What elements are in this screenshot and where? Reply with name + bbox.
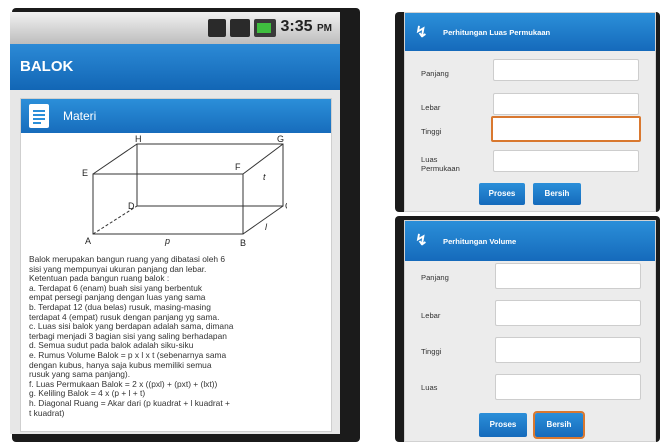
calculate-icon: ↯ [415,232,428,249]
app-bar: BALOK [10,44,340,90]
input-tinggi[interactable] [495,337,641,363]
signal-icon [230,19,250,37]
input-tinggi[interactable] [491,116,641,142]
label-luas: Luas [421,383,438,392]
materi-card-title: Materi [63,109,97,123]
volume-panel-header: ↯ Perhitungan Volume [405,221,655,261]
vertex-E: E [82,168,88,178]
label-luas-line2: Permukaan [421,164,460,173]
luas-panel-header: ↯ Perhitungan Luas Permukaan [405,13,655,51]
vertex-D: D [128,201,135,211]
vertex-B: B [240,238,246,248]
bersih-button[interactable]: Bersih [533,411,585,439]
battery-icon [254,19,276,37]
input-panjang[interactable] [493,59,639,81]
input-panjang[interactable] [495,263,641,289]
volume-panel: ↯ Perhitungan Volume Panjang Lebar Tingg… [404,220,656,442]
label-panjang: Panjang [421,273,449,282]
proses-button[interactable]: Proses [479,183,525,205]
input-luas[interactable] [495,374,641,400]
luas-panel-title: Perhitungan Luas Permukaan [443,28,551,37]
status-bar: 3:35 PM [10,12,340,44]
input-lebar[interactable] [493,93,639,115]
3g-icon [208,19,226,37]
description-line: t kuadrat) [29,407,65,418]
label-lebar: Lebar [421,103,441,112]
edge-label-p: p [164,236,170,246]
materi-card: Materi A B C D E F G H p l t Balok merup… [20,98,332,432]
calculate-icon: ↯ [415,24,428,41]
description-line: h. Diagonal Ruang = Akar dari (p kuadrat… [29,397,230,408]
balok-description: Balok merupakan bangun ruang yang dibata… [29,254,319,433]
proses-button[interactable]: Proses [479,413,527,437]
status-time-ampm: PM [317,23,332,34]
status-time-value: 3:35 [280,18,313,35]
vertex-F: F [235,162,241,172]
label-lebar: Lebar [421,311,441,320]
volume-panel-title: Perhitungan Volume [443,237,517,246]
document-icon [29,104,49,128]
edge-label-t: t [263,172,266,182]
materi-card-header[interactable]: Materi [21,99,331,133]
input-lebar[interactable] [495,300,641,326]
status-time: 3:35 PM [281,18,332,36]
label-tinggi: Tinggi [421,347,442,356]
label-luas-permukaan: Luas Permukaan [421,155,460,173]
vertex-A: A [85,236,91,246]
cuboid-diagram: A B C D E F G H p l t [82,134,287,248]
input-luas-permukaan[interactable] [493,150,639,172]
bersih-button[interactable]: Bersih [533,183,581,205]
label-tinggi: Tinggi [421,127,442,136]
luas-permukaan-panel: ↯ Perhitungan Luas Permukaan Panjang Leb… [404,12,656,212]
label-panjang: Panjang [421,69,449,78]
label-luas-line1: Luas [421,155,438,164]
edge-label-l: l [265,222,268,232]
vertex-G: G [277,134,284,144]
vertex-H: H [135,134,142,144]
app-title: BALOK [20,58,74,75]
vertex-C: C [285,201,287,211]
